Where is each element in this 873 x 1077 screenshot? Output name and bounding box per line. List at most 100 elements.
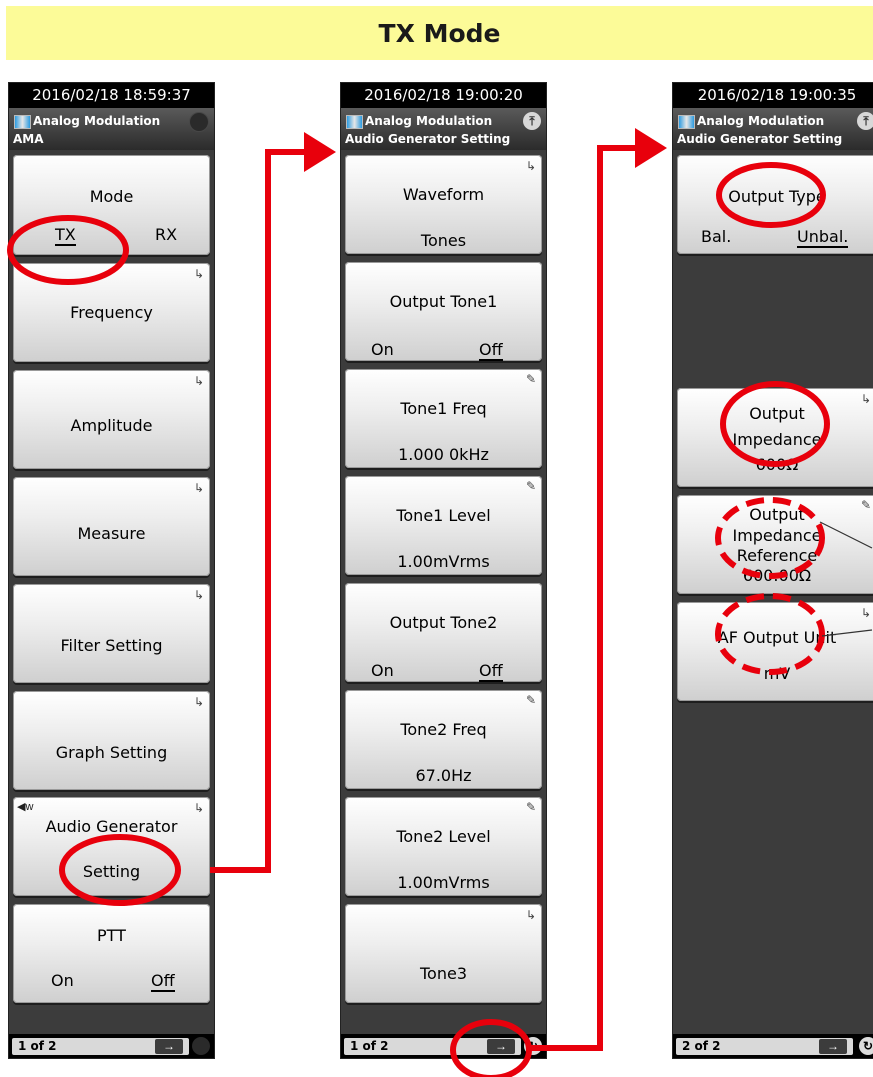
tone1-option-on[interactable]: On bbox=[371, 340, 394, 359]
return-top-icon[interactable]: ⤒ bbox=[857, 112, 873, 130]
timestamp: 2016/02/18 18:59:37 bbox=[9, 83, 214, 108]
tone2-option-on[interactable]: On bbox=[371, 661, 394, 680]
title-banner: TX Mode bbox=[6, 6, 873, 60]
output-tone1-label: Output Tone1 bbox=[389, 292, 498, 311]
output-type-label: Output Type bbox=[728, 187, 826, 206]
connector-arrowhead-1 bbox=[304, 132, 336, 172]
submenu-arrow-icon: ↳ bbox=[193, 695, 204, 709]
output-impedance-button[interactable]: ↳ Output Impedance 600Ω bbox=[677, 388, 873, 487]
next-page-button[interactable]: → bbox=[155, 1039, 183, 1054]
submenu-arrow-icon: ↳ bbox=[193, 801, 204, 815]
panel-footer: 2 of 2 → ↻ bbox=[673, 1034, 873, 1058]
ptt-option-off[interactable]: Off bbox=[151, 971, 175, 992]
audio-generator-setting-button[interactable]: ◀w ↳ Audio Generator Setting bbox=[13, 797, 210, 896]
tone3-label: Tone3 bbox=[419, 964, 467, 983]
af-output-unit-label: AF Output Unit bbox=[717, 628, 837, 647]
tone2-level-button[interactable]: ✎ Tone2 Level 1.00mVrms bbox=[345, 797, 542, 896]
panel-audio-generator-page1: 2016/02/18 19:00:20 Analog Modulation Au… bbox=[340, 82, 547, 1059]
af-output-unit-button[interactable]: ↳ AF Output Unit mV bbox=[677, 602, 873, 701]
header-subtitle: Audio Generator Setting bbox=[677, 132, 843, 146]
output-impedance-label-2: Impedance bbox=[732, 430, 822, 449]
tone2-freq-button[interactable]: ✎ Tone2 Freq 67.0Hz bbox=[345, 690, 542, 789]
filter-setting-button[interactable]: ↳ Filter Setting bbox=[13, 584, 210, 683]
mode-button[interactable]: Mode TX RX bbox=[13, 155, 210, 255]
return-icon[interactable]: ↻ bbox=[859, 1037, 873, 1055]
submenu-arrow-icon: ↳ bbox=[193, 481, 204, 495]
panel-header: Analog Modulation AMA bbox=[9, 108, 214, 150]
amplitude-label: Amplitude bbox=[70, 416, 153, 435]
banner-title: TX Mode bbox=[378, 18, 501, 48]
measure-label: Measure bbox=[77, 524, 146, 543]
tone1-freq-label: Tone1 Freq bbox=[400, 399, 487, 418]
submenu-arrow-icon: ↳ bbox=[193, 374, 204, 388]
mode-label: Mode bbox=[89, 187, 134, 206]
ptt-label: PTT bbox=[97, 926, 126, 945]
page-indicator: 1 of 2 bbox=[18, 1039, 57, 1053]
status-dial-icon bbox=[192, 1037, 210, 1055]
output-tone1-button[interactable]: Output Tone1 On Off bbox=[345, 262, 542, 361]
waveform-label: Waveform bbox=[402, 185, 485, 204]
page-indicator: 2 of 2 bbox=[682, 1039, 721, 1053]
audio-generator-label: Audio Generator bbox=[45, 817, 178, 836]
submenu-arrow-icon: ↳ bbox=[525, 159, 536, 173]
amplitude-button[interactable]: ↳ Amplitude bbox=[13, 370, 210, 469]
connector-arrowhead-2 bbox=[635, 128, 667, 168]
frequency-button[interactable]: ↳ Frequency bbox=[13, 263, 210, 362]
mode-option-rx[interactable]: RX bbox=[155, 225, 177, 244]
impedance-reference-label: Output bbox=[749, 505, 805, 524]
app-icon bbox=[346, 115, 363, 129]
waveform-value: Tones bbox=[420, 231, 467, 250]
panel-header: Analog Modulation Audio Generator Settin… bbox=[341, 108, 546, 150]
header-title: Analog Modulation bbox=[697, 114, 825, 128]
output-impedance-value: 600Ω bbox=[755, 455, 799, 474]
graph-setting-label: Graph Setting bbox=[55, 743, 168, 762]
next-page-button[interactable]: → bbox=[819, 1039, 847, 1054]
output-tone2-label: Output Tone2 bbox=[389, 613, 498, 632]
edit-pencil-icon: ✎ bbox=[525, 693, 536, 707]
header-title: Analog Modulation bbox=[33, 114, 161, 128]
tone1-freq-button[interactable]: ✎ Tone1 Freq 1.000 0kHz bbox=[345, 369, 542, 468]
tone2-freq-label: Tone2 Freq bbox=[400, 720, 487, 739]
output-type-option-bal[interactable]: Bal. bbox=[701, 227, 731, 246]
submenu-arrow-icon: ↳ bbox=[525, 908, 536, 922]
waveform-button[interactable]: ↳ Waveform Tones bbox=[345, 155, 542, 254]
impedance-reference-label-2: Impedance bbox=[732, 526, 822, 545]
output-impedance-label: Output bbox=[749, 404, 805, 423]
tone1-level-value: 1.00mVrms bbox=[397, 552, 490, 571]
tone2-option-off[interactable]: Off bbox=[479, 661, 503, 682]
next-page-button[interactable]: → bbox=[487, 1039, 515, 1054]
connector-line-1 bbox=[210, 149, 320, 873]
return-icon[interactable]: ↻ bbox=[524, 1037, 542, 1055]
tone1-level-label: Tone1 Level bbox=[396, 506, 491, 525]
edit-pencil-icon: ✎ bbox=[525, 800, 536, 814]
tone1-level-button[interactable]: ✎ Tone1 Level 1.00mVrms bbox=[345, 476, 542, 575]
page-bar: 1 of 2 → bbox=[12, 1038, 189, 1055]
output-tone2-button[interactable]: Output Tone2 On Off bbox=[345, 583, 542, 682]
tone2-level-label: Tone2 Level bbox=[396, 827, 491, 846]
mode-option-tx[interactable]: TX bbox=[55, 225, 76, 246]
return-top-icon[interactable]: ⤒ bbox=[523, 112, 541, 130]
submenu-arrow-icon: ↳ bbox=[193, 267, 204, 281]
panel-footer: 1 of 2 → bbox=[9, 1034, 214, 1058]
app-icon bbox=[14, 115, 31, 129]
measure-button[interactable]: ↳ Measure bbox=[13, 477, 210, 576]
panel-header: Analog Modulation Audio Generator Settin… bbox=[673, 108, 873, 150]
page-bar: 2 of 2 → bbox=[676, 1038, 853, 1055]
ptt-button[interactable]: PTT On Off bbox=[13, 904, 210, 1003]
impedance-reference-label-3: Reference bbox=[736, 546, 818, 565]
af-output-unit-value: mV bbox=[763, 664, 791, 683]
page-indicator: 1 of 2 bbox=[350, 1039, 389, 1053]
ptt-option-on[interactable]: On bbox=[51, 971, 74, 990]
output-type-button[interactable]: Output Type Bal. Unbal. bbox=[677, 155, 873, 254]
tone1-freq-value: 1.000 0kHz bbox=[398, 445, 489, 464]
header-subtitle: Audio Generator Setting bbox=[345, 132, 511, 146]
header-title: Analog Modulation bbox=[365, 114, 493, 128]
tone1-option-off[interactable]: Off bbox=[479, 340, 503, 361]
output-impedance-reference-button[interactable]: ✎ Output Impedance Reference 600.00Ω bbox=[677, 495, 873, 594]
graph-setting-button[interactable]: ↳ Graph Setting bbox=[13, 691, 210, 790]
page-bar: 1 of 2 → bbox=[344, 1038, 521, 1055]
tone3-button[interactable]: ↳ Tone3 bbox=[345, 904, 542, 1003]
speaker-icon: ◀w bbox=[17, 801, 34, 813]
frequency-label: Frequency bbox=[70, 303, 153, 322]
output-type-option-unbal[interactable]: Unbal. bbox=[797, 227, 849, 248]
